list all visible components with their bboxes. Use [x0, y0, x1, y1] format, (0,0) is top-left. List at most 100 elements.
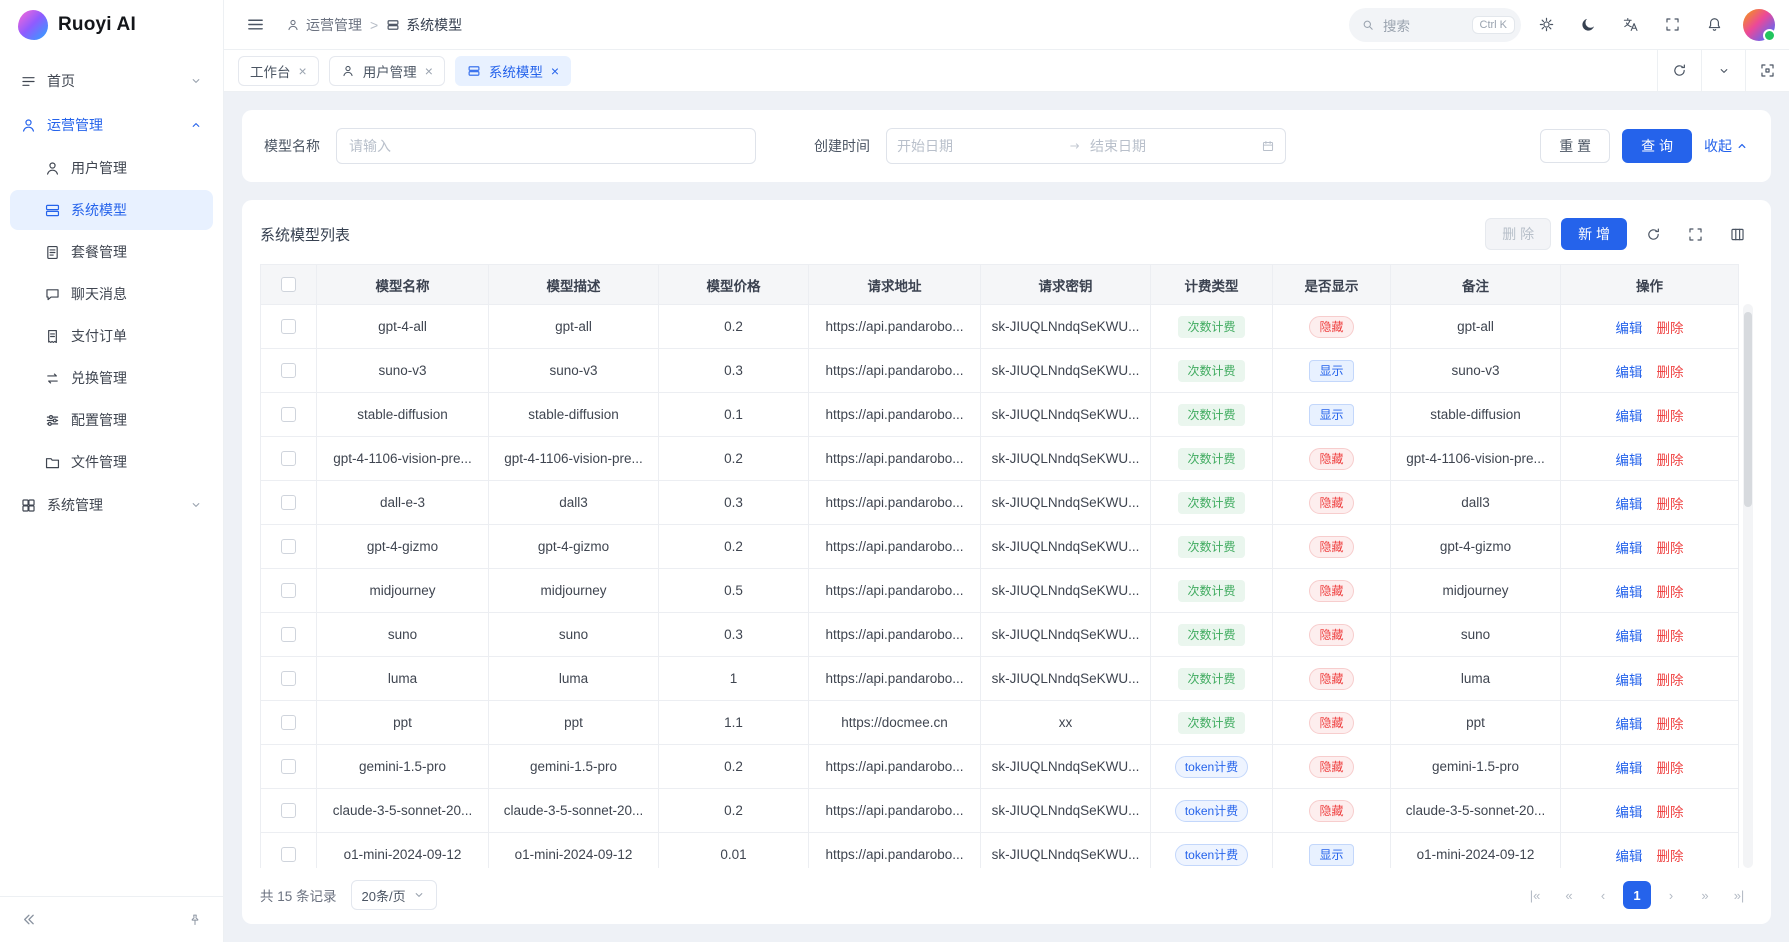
maximize-content-icon[interactable]	[1745, 50, 1789, 91]
edit-link[interactable]: 编辑	[1616, 405, 1643, 425]
date-range-picker[interactable]	[886, 128, 1286, 164]
pin-sidebar-icon[interactable]	[181, 906, 209, 934]
first-page-button[interactable]: |«	[1521, 881, 1549, 909]
delete-link[interactable]: 删除	[1657, 713, 1684, 733]
global-search-input[interactable]: 搜索 Ctrl K	[1349, 8, 1521, 42]
next-group-button[interactable]: »	[1691, 881, 1719, 909]
next-page-button[interactable]: ›	[1657, 881, 1685, 909]
scrollbar-thumb[interactable]	[1744, 312, 1752, 507]
collapse-sidebar-icon[interactable]	[14, 906, 42, 934]
close-icon[interactable]: ×	[299, 64, 307, 78]
row-checkbox[interactable]	[281, 583, 296, 598]
batch-delete-button[interactable]: 删 除	[1485, 218, 1551, 250]
row-checkbox[interactable]	[281, 627, 296, 642]
edit-link[interactable]: 编辑	[1616, 845, 1643, 865]
config-icon	[44, 412, 61, 429]
sidebar-item-home[interactable]: 首页	[10, 60, 213, 102]
refresh-icon[interactable]	[1657, 50, 1701, 91]
row-checkbox[interactable]	[281, 319, 296, 334]
sidebar-item-chat-messages[interactable]: 聊天消息	[10, 274, 213, 314]
add-button[interactable]: 新 增	[1561, 218, 1627, 250]
end-date-input[interactable]	[1090, 138, 1253, 154]
row-checkbox[interactable]	[281, 363, 296, 378]
fullscreen-table-icon[interactable]	[1679, 218, 1711, 250]
row-checkbox[interactable]	[281, 495, 296, 510]
tab-models[interactable]: 系统模型 ×	[455, 56, 571, 86]
close-icon[interactable]: ×	[425, 64, 433, 78]
edit-link[interactable]: 编辑	[1616, 449, 1643, 469]
billing-type-badge: 次数计费	[1178, 580, 1244, 602]
edit-link[interactable]: 编辑	[1616, 757, 1643, 777]
delete-link[interactable]: 删除	[1657, 757, 1684, 777]
row-checkbox[interactable]	[281, 715, 296, 730]
dark-mode-moon-icon[interactable]	[1571, 8, 1605, 42]
delete-link[interactable]: 删除	[1657, 361, 1684, 381]
delete-link[interactable]: 删除	[1657, 405, 1684, 425]
page-size-select[interactable]: 20条/页	[351, 880, 437, 910]
edit-link[interactable]: 编辑	[1616, 317, 1643, 337]
user-avatar[interactable]	[1743, 9, 1775, 41]
refresh-table-icon[interactable]	[1637, 218, 1669, 250]
settings-gear-icon[interactable]	[1529, 8, 1563, 42]
sidebar-item-packages[interactable]: 套餐管理	[10, 232, 213, 272]
notification-bell-icon[interactable]	[1697, 8, 1731, 42]
tab-workbench[interactable]: 工作台 ×	[238, 56, 319, 86]
row-checkbox[interactable]	[281, 671, 296, 686]
last-page-button[interactable]: »|	[1725, 881, 1753, 909]
translate-language-icon[interactable]	[1613, 8, 1647, 42]
edit-link[interactable]: 编辑	[1616, 669, 1643, 689]
delete-link[interactable]: 删除	[1657, 625, 1684, 645]
reset-button[interactable]: 重 置	[1540, 129, 1610, 163]
page-number-current[interactable]: 1	[1623, 881, 1651, 909]
delete-link[interactable]: 删除	[1657, 845, 1684, 865]
search-button[interactable]: 查 询	[1622, 129, 1692, 163]
sidebar-item-files[interactable]: 文件管理	[10, 442, 213, 482]
chevron-down-icon[interactable]	[1701, 50, 1745, 91]
column-settings-icon[interactable]	[1721, 218, 1753, 250]
delete-link[interactable]: 删除	[1657, 801, 1684, 821]
cell-request-url: https://api.pandarobo...	[809, 613, 981, 657]
row-checkbox[interactable]	[281, 759, 296, 774]
edit-link[interactable]: 编辑	[1616, 801, 1643, 821]
collapse-filter-link[interactable]: 收起	[1704, 136, 1749, 156]
prev-page-button[interactable]: ‹	[1589, 881, 1617, 909]
sidebar-item-operation[interactable]: 运营管理	[10, 104, 213, 146]
table-scrollbar[interactable]	[1743, 304, 1753, 868]
delete-link[interactable]: 删除	[1657, 449, 1684, 469]
breadcrumb-item-operation[interactable]: 运营管理	[286, 15, 362, 35]
fullscreen-icon[interactable]	[1655, 8, 1689, 42]
sidebar-item-redeem[interactable]: 兑换管理	[10, 358, 213, 398]
select-all-checkbox[interactable]	[281, 277, 296, 292]
billing-type-badge: token计费	[1175, 844, 1248, 866]
delete-link[interactable]: 删除	[1657, 493, 1684, 513]
edit-link[interactable]: 编辑	[1616, 625, 1643, 645]
edit-link[interactable]: 编辑	[1616, 581, 1643, 601]
hamburger-menu-icon[interactable]	[238, 8, 272, 42]
sidebar-item-models[interactable]: 系统模型	[10, 190, 213, 230]
delete-link[interactable]: 删除	[1657, 317, 1684, 337]
edit-link[interactable]: 编辑	[1616, 537, 1643, 557]
tab-users[interactable]: 用户管理 ×	[329, 56, 445, 86]
row-select-cell	[261, 525, 317, 569]
edit-link[interactable]: 编辑	[1616, 713, 1643, 733]
sidebar-item-system[interactable]: 系统管理	[10, 484, 213, 526]
prev-group-button[interactable]: «	[1555, 881, 1583, 909]
edit-link[interactable]: 编辑	[1616, 493, 1643, 513]
billing-type-badge: token计费	[1175, 800, 1248, 822]
row-checkbox[interactable]	[281, 407, 296, 422]
breadcrumb-item-models[interactable]: 系统模型	[386, 15, 462, 35]
edit-link[interactable]: 编辑	[1616, 361, 1643, 381]
row-checkbox[interactable]	[281, 451, 296, 466]
start-date-input[interactable]	[897, 138, 1060, 154]
close-icon[interactable]: ×	[551, 64, 559, 78]
delete-link[interactable]: 删除	[1657, 537, 1684, 557]
row-checkbox[interactable]	[281, 847, 296, 862]
sidebar-item-config[interactable]: 配置管理	[10, 400, 213, 440]
delete-link[interactable]: 删除	[1657, 581, 1684, 601]
model-name-input[interactable]	[336, 128, 756, 164]
sidebar-item-pay-orders[interactable]: 支付订单	[10, 316, 213, 356]
delete-link[interactable]: 删除	[1657, 669, 1684, 689]
sidebar-item-users[interactable]: 用户管理	[10, 148, 213, 188]
row-checkbox[interactable]	[281, 803, 296, 818]
row-checkbox[interactable]	[281, 539, 296, 554]
